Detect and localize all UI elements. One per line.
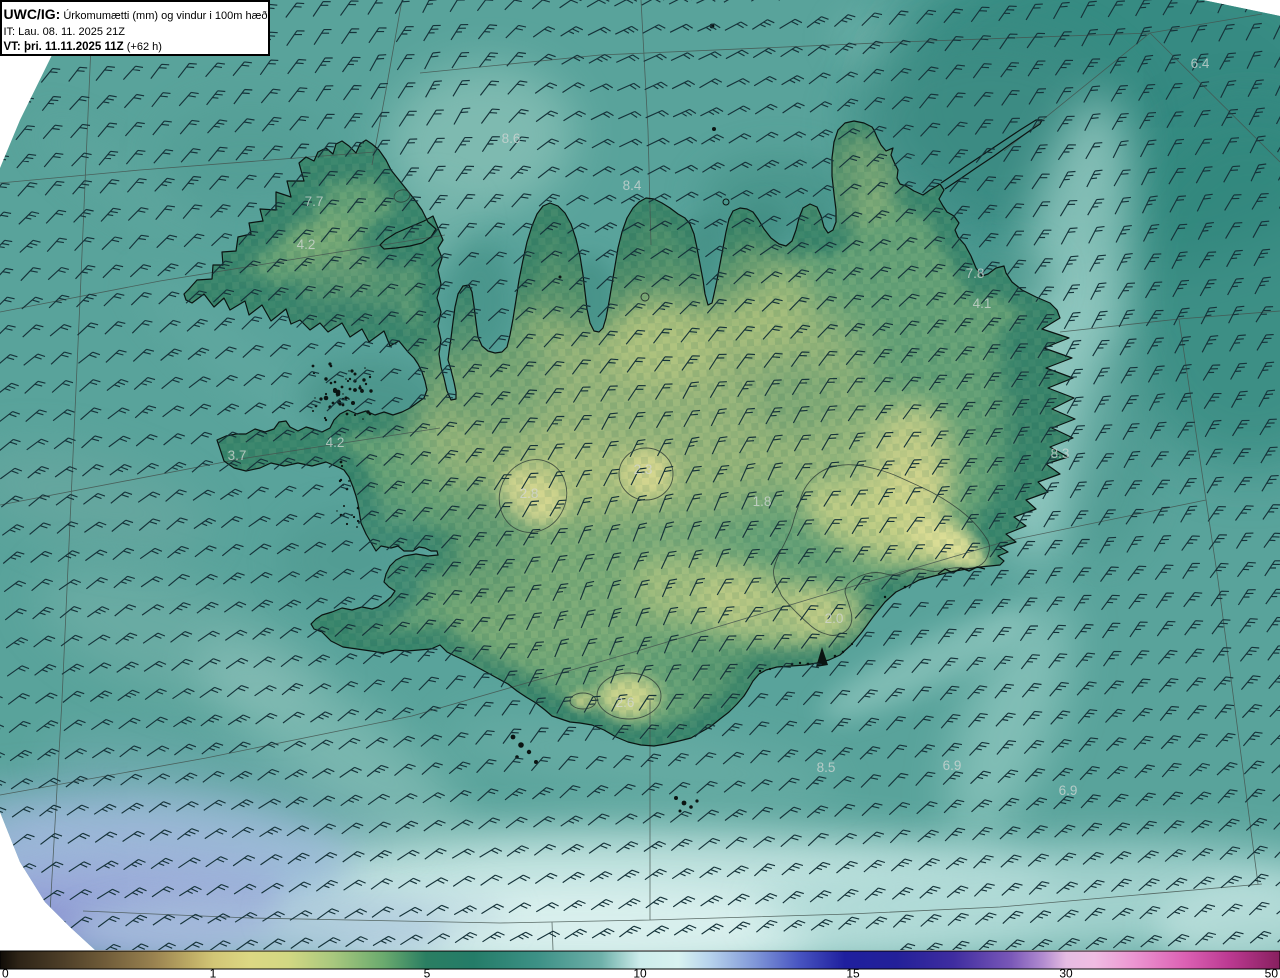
svg-text:3.7: 3.7	[228, 448, 247, 463]
svg-text:4.2: 4.2	[297, 237, 316, 252]
svg-text:0: 0	[2, 967, 9, 978]
svg-text:6.9: 6.9	[943, 758, 962, 773]
svg-text:7.7: 7.7	[305, 194, 324, 209]
svg-text:1: 1	[210, 967, 217, 978]
svg-text:2.6: 2.6	[616, 695, 635, 710]
svg-text:30: 30	[1059, 967, 1073, 978]
svg-text:50: 50	[1265, 967, 1279, 978]
svg-text:VT: þri. 11.11.2025 11Z (+62 h: VT: þri. 11.11.2025 11Z (+62 h)	[4, 41, 162, 53]
svg-text:IT: Lau. 08. 11. 2025 21Z: IT: Lau. 08. 11. 2025 21Z	[4, 26, 126, 38]
svg-text:15: 15	[846, 967, 860, 978]
svg-text:8.3: 8.3	[1051, 446, 1070, 461]
svg-text:7.8: 7.8	[966, 266, 985, 281]
svg-text:6.9: 6.9	[1059, 783, 1078, 798]
svg-text:4.1: 4.1	[973, 296, 992, 311]
svg-text:4.2: 4.2	[326, 435, 345, 450]
svg-text:8.4: 8.4	[623, 178, 642, 193]
svg-text:6.4: 6.4	[1191, 56, 1210, 71]
svg-text:8.5: 8.5	[817, 760, 836, 775]
svg-text:1.8: 1.8	[753, 494, 772, 509]
svg-text:5: 5	[424, 967, 431, 978]
svg-text:10: 10	[633, 967, 647, 978]
svg-text:8.6: 8.6	[502, 131, 521, 146]
svg-text:2.3: 2.3	[634, 462, 653, 477]
svg-text:2.8: 2.8	[520, 486, 539, 501]
svg-text:2.0: 2.0	[825, 611, 844, 626]
